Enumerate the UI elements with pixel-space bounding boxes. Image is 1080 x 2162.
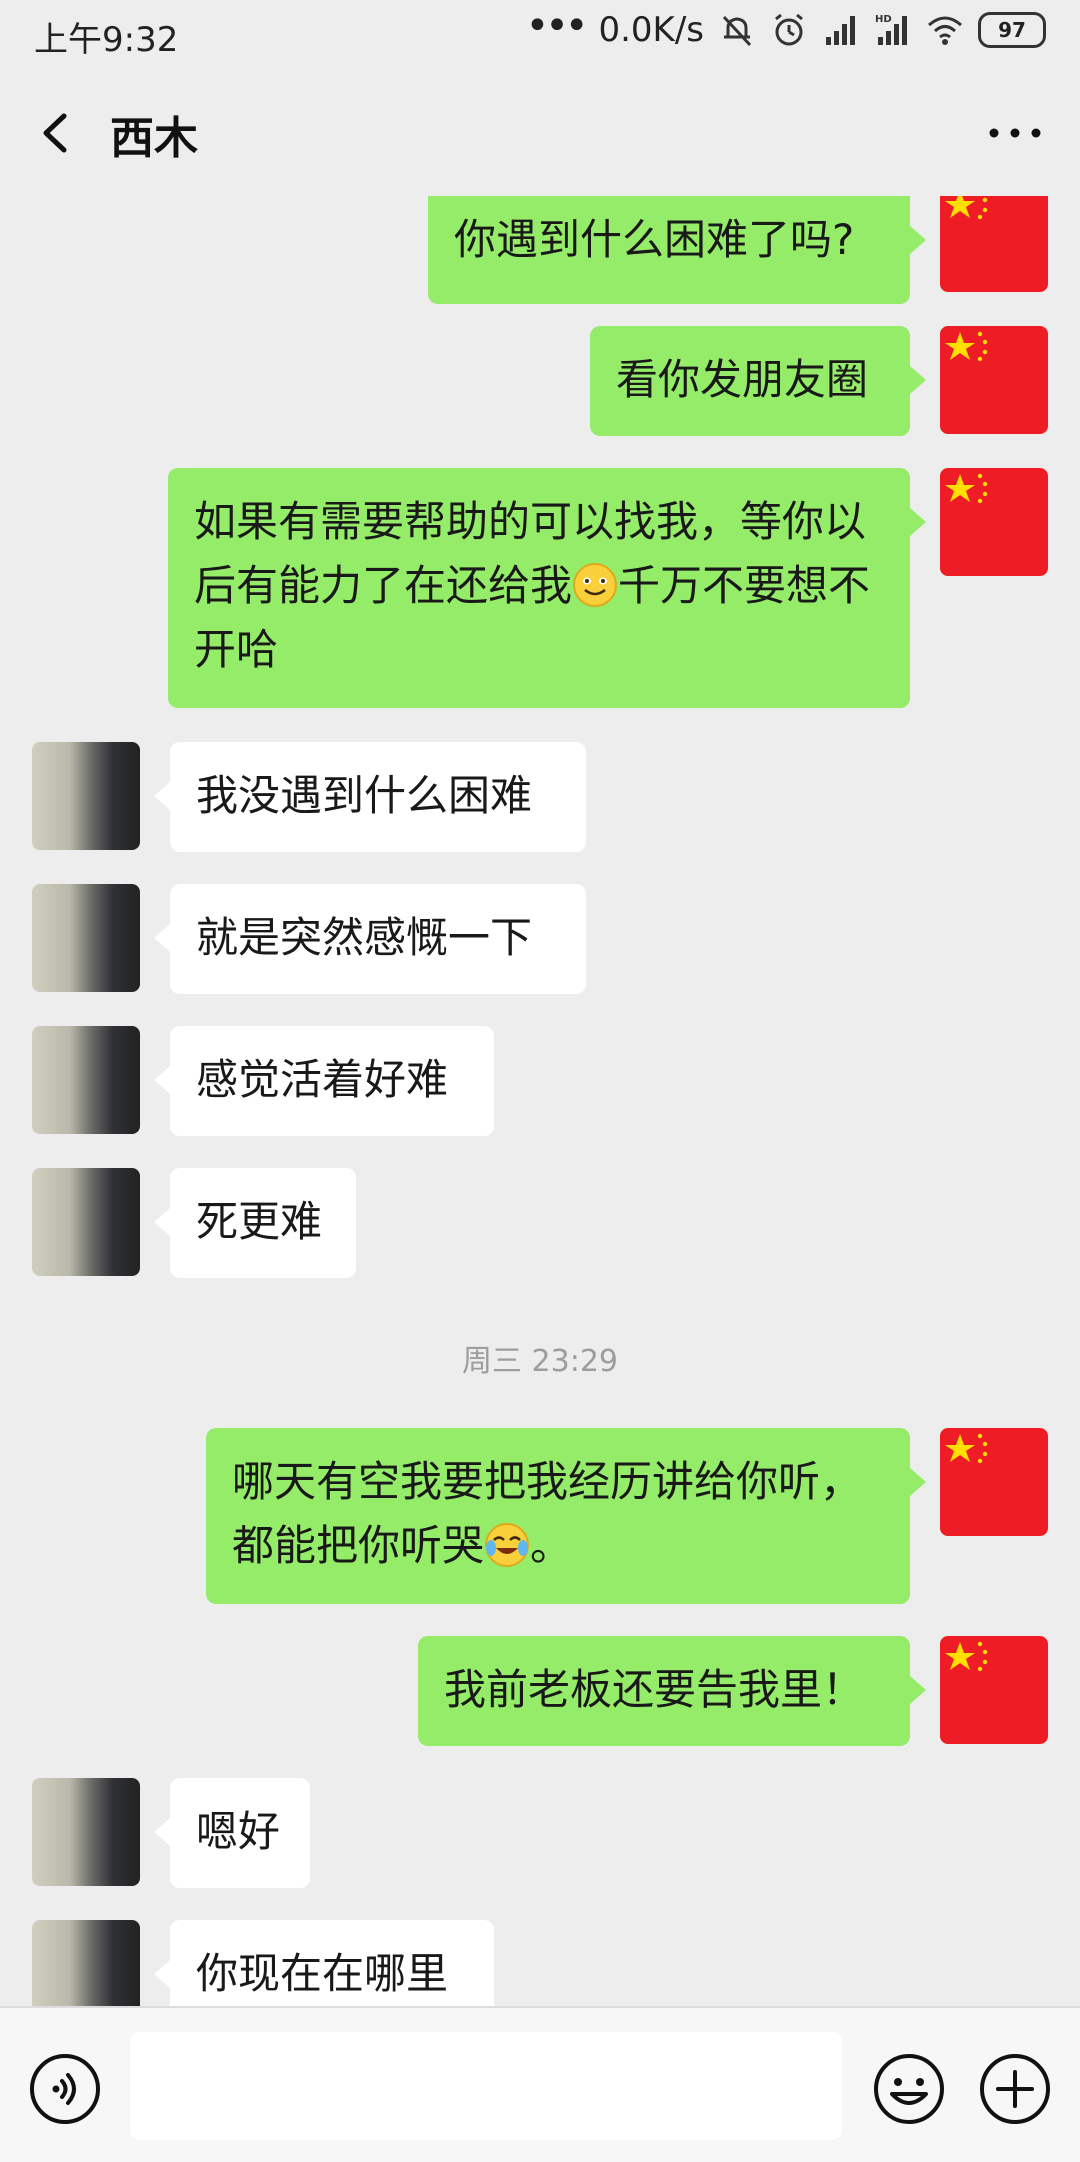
contact-photo-avatar[interactable] [32, 884, 140, 992]
emoji-icon[interactable] [872, 2052, 946, 2126]
contact-photo-avatar[interactable] [32, 1168, 140, 1276]
network-speed: 0.0K/s [598, 10, 704, 50]
more-dots-icon: ••• [525, 3, 589, 49]
chat-title: 西木 [110, 113, 198, 164]
message-bubble-outgoing[interactable]: 看你发朋友圈 [590, 326, 926, 436]
chat-header: 西木 [0, 70, 1080, 196]
plus-icon[interactable] [978, 2052, 1052, 2126]
contact-photo-avatar[interactable] [32, 1920, 140, 2006]
contact-photo-avatar[interactable] [32, 1026, 140, 1134]
hd-signal-icon: HD [875, 14, 907, 45]
china-flag-avatar[interactable] [940, 1636, 1048, 1744]
wifi-icon [928, 16, 962, 45]
message-bubble-incoming[interactable]: 就是突然感慨一下 [154, 884, 586, 994]
contact-photo-avatar[interactable] [32, 1778, 140, 1886]
message-bubble-outgoing[interactable]: 我前老板还要告我里！ [418, 1636, 926, 1746]
voice-icon[interactable] [28, 2052, 102, 2126]
message-text: 。 [530, 1521, 573, 1570]
message-bubble-incoming[interactable]: 嗯好 [154, 1778, 310, 1888]
contact-photo-avatar[interactable] [32, 742, 140, 850]
chevron-left-icon[interactable] [30, 100, 90, 166]
message-bubble-incoming[interactable]: 死更难 [154, 1168, 356, 1278]
timestamp-divider: 周三 23:29 [462, 1344, 618, 1379]
china-flag-avatar[interactable] [940, 196, 1048, 292]
message-bubble-outgoing[interactable]: 如果有需要帮助的可以找我，等你以后有能力了在还给我 千万不要想不开哈 [168, 468, 926, 708]
more-horizontal-icon[interactable] [980, 100, 1050, 166]
message-bubble-outgoing[interactable]: 哪天有空我要把我经历讲给你听，都能把你听哭。 [206, 1428, 926, 1604]
status-bar: 上午9:32 ••• 0.0K/s HD 97 [0, 0, 1080, 70]
crying-laughing-emoji [485, 1523, 530, 1567]
battery-icon: 97 [978, 12, 1046, 48]
china-flag-avatar[interactable] [940, 468, 1048, 576]
message-bubble-outgoing[interactable]: 你遇到什么困难了吗? [428, 196, 926, 304]
input-bar [0, 2006, 1080, 2162]
china-flag-avatar[interactable] [940, 1428, 1048, 1536]
status-time: 上午9:32 [34, 20, 179, 60]
mute-bell-icon [722, 15, 752, 47]
message-bubble-incoming[interactable]: 感觉活着好难 [154, 1026, 494, 1136]
svg-text:HD: HD [875, 14, 892, 25]
alarm-icon [775, 13, 803, 46]
signal-icon [826, 16, 855, 45]
china-flag-avatar[interactable] [940, 326, 1048, 434]
message-list[interactable]: 你遇到什么困难了吗? 看你发朋友圈 如果有需要帮助的可以找我，等你以后有能力了在… [0, 196, 1080, 2006]
message-input[interactable] [130, 2032, 842, 2140]
message-bubble-incoming[interactable]: 我没遇到什么困难 [154, 742, 586, 852]
status-icons: ••• 0.0K/s HD 97 [525, 3, 1046, 50]
smile-emoji [573, 563, 618, 607]
message-bubble-incoming[interactable]: 你现在在哪里 [154, 1920, 494, 2006]
